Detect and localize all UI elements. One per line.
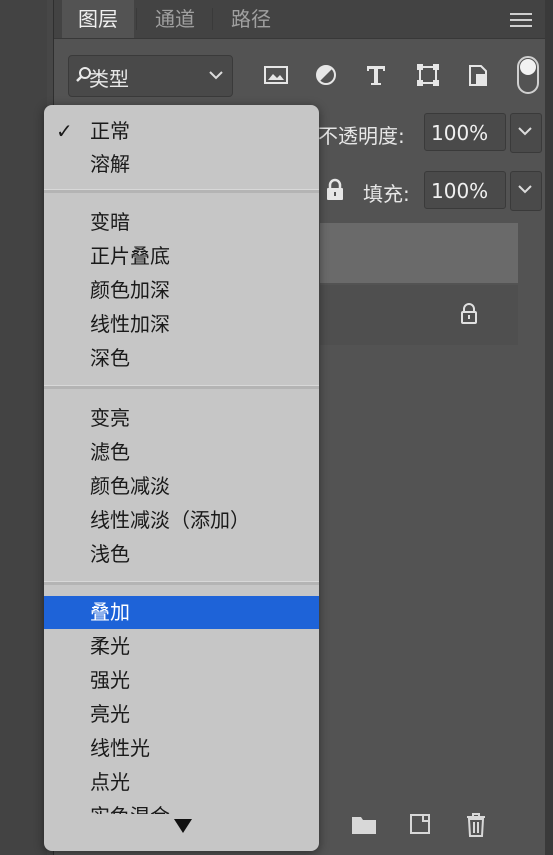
panel-tabbar: 图层 通道 路径 [54,0,546,39]
opacity-input[interactable]: 100% [424,113,506,151]
tab-divider [136,8,137,30]
blend-mode-color-burn[interactable]: 颜色加深 [44,274,319,307]
fill-input[interactable]: 100% [424,171,506,209]
tab-paths[interactable]: 路径 [214,0,288,38]
menu-separator [44,581,319,585]
fill-label: 填充: [363,182,410,206]
menu-item-label: 正片叠底 [90,244,170,268]
blend-mode-normal[interactable]: ✓ 正常 [44,115,319,148]
menu-item-label: 溶解 [90,152,130,176]
menu-item-label: 亮光 [90,702,130,726]
chevron-down-icon [209,71,223,80]
menu-item-label: 叠加 [90,600,130,624]
menu-item-label: 点光 [90,770,130,794]
menu-item-label: 线性减淡（添加） [90,508,250,532]
blend-mode-overlay[interactable]: 叠加 [44,596,319,629]
menu-item-label: 柔光 [90,634,130,658]
layer-row[interactable] [320,223,518,283]
blend-mode-color-dodge[interactable]: 颜色减淡 [44,470,319,503]
image-layer-icon[interactable] [262,61,290,89]
blend-mode-darker-color[interactable]: 深色 [44,342,319,375]
layer-row[interactable] [320,285,518,345]
new-layer-icon[interactable] [408,812,432,838]
blend-mode-screen[interactable]: 滤色 [44,436,319,469]
menu-item-label: 颜色加深 [90,278,170,302]
blend-mode-dissolve[interactable]: 溶解 [44,148,319,181]
type-layer-icon[interactable] [362,61,390,89]
opacity-label: 不透明度: [318,124,405,148]
opacity-dropdown-button[interactable] [510,113,542,153]
menu-item-label: 滤色 [90,440,130,464]
blend-mode-hard-mix[interactable]: 实色混合 [44,800,319,814]
menu-item-label: 变暗 [90,210,130,234]
blend-mode-linear-burn[interactable]: 线性加深 [44,308,319,341]
filter-label: 类型 [89,67,129,91]
scroll-down-arrow-icon[interactable] [173,818,193,834]
tab-channels[interactable]: 通道 [138,0,212,38]
panel-scroll-edge [545,0,553,855]
blend-mode-hard-light[interactable]: 强光 [44,664,319,697]
new-group-icon[interactable] [350,812,378,836]
filter-toggle-icon[interactable] [516,55,540,95]
fill-dropdown-button[interactable] [510,171,542,211]
panel-menu-icon[interactable] [510,13,532,27]
menu-separator [44,385,319,389]
blend-mode-lighter-color[interactable]: 浅色 [44,538,319,571]
tab-layers[interactable]: 图层 [62,0,134,38]
delete-icon[interactable] [464,812,488,838]
blend-mode-menu: ✓ 正常 溶解 变暗 正片叠底 颜色加深 线性加深 深色 变亮 滤色 颜色减淡 … [44,105,319,851]
blend-mode-darken[interactable]: 变暗 [44,206,319,239]
menu-separator [44,189,319,193]
blend-mode-vivid-light[interactable]: 亮光 [44,698,319,731]
tab-divider [212,8,213,30]
filter-kind-dropdown[interactable]: 类型 [68,55,233,97]
menu-item-label: 实色混合 [90,800,170,814]
shape-layer-icon[interactable] [414,61,442,89]
chevron-down-icon [518,185,532,194]
menu-item-label: 正常 [90,119,130,143]
menu-item-label: 线性加深 [90,312,170,336]
checkmark-icon: ✓ [56,119,73,143]
blend-mode-pin-light[interactable]: 点光 [44,766,319,799]
blend-mode-linear-dodge[interactable]: 线性减淡（添加） [44,504,319,537]
blend-mode-linear-light[interactable]: 线性光 [44,732,319,765]
blend-mode-lighten[interactable]: 变亮 [44,402,319,435]
lock-all-icon[interactable] [324,178,346,202]
menu-item-label: 深色 [90,346,130,370]
smart-object-icon[interactable] [464,61,492,89]
menu-item-label: 颜色减淡 [90,474,170,498]
menu-item-label: 浅色 [90,542,130,566]
chevron-down-icon [518,127,532,136]
menu-item-label: 线性光 [90,736,150,760]
menu-item-label: 强光 [90,668,130,692]
adjustment-layer-icon[interactable] [312,61,340,89]
left-strip [0,0,47,855]
blend-mode-soft-light[interactable]: 柔光 [44,630,319,663]
lock-icon [461,303,477,324]
blend-mode-multiply[interactable]: 正片叠底 [44,240,319,273]
menu-item-label: 变亮 [90,406,130,430]
